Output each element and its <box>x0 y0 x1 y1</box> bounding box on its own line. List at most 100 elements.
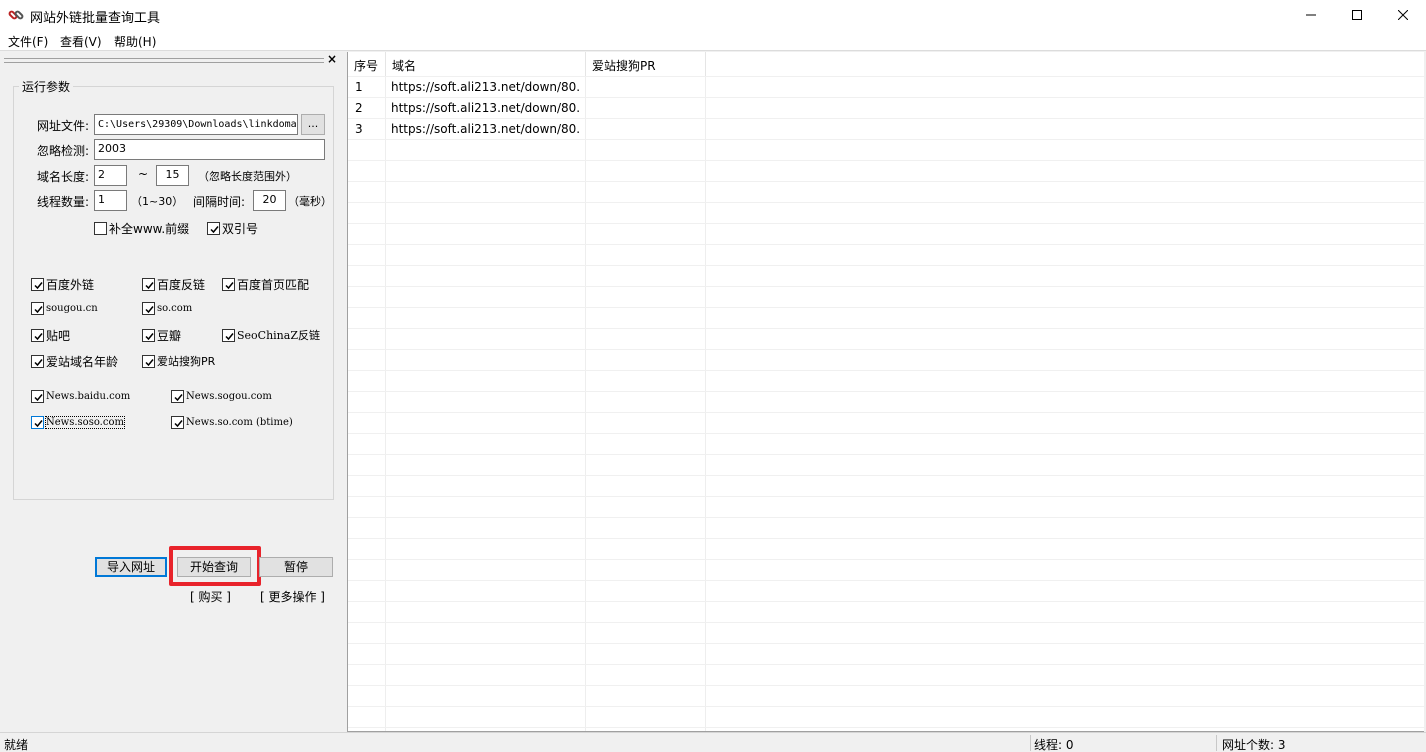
checkbox-label: News.sogou.com <box>186 391 272 402</box>
engine-douban-checkbox[interactable]: 豆瓣 <box>142 327 181 344</box>
domain-length-note: （忽略长度范围外） <box>198 170 297 183</box>
domain-length-min-input[interactable]: 2 <box>94 165 127 186</box>
news-soso-checkbox[interactable]: News.soso.com <box>31 416 125 429</box>
checkmark-icon <box>142 302 155 315</box>
more-actions-link[interactable]: [ 更多操作 ] <box>260 588 325 605</box>
engine-sougou-checkbox[interactable]: sougou.cn <box>31 302 98 315</box>
status-ready: 就绪 <box>4 738 29 752</box>
checkbox-label: 百度外链 <box>46 278 95 292</box>
checkmark-icon <box>207 222 220 235</box>
checkbox-label: SeoChinaZ反链 <box>237 329 320 342</box>
domain-length-max-input[interactable]: 15 <box>156 165 189 186</box>
checkbox-box <box>94 222 107 235</box>
threads-input[interactable]: 1 <box>94 190 127 211</box>
buy-link[interactable]: [ 购买 ] <box>190 588 231 605</box>
import-urls-button[interactable]: 导入网址 <box>95 557 167 577</box>
chain-link-icon <box>8 10 24 20</box>
engine-baidu-backlinks-checkbox[interactable]: 百度反链 <box>142 276 205 293</box>
checkmark-icon <box>31 329 44 342</box>
checkmark-icon <box>31 302 44 315</box>
ignore-check-input[interactable]: 2003 <box>94 139 325 160</box>
double-quotes-checkbox[interactable]: 双引号 <box>207 220 258 237</box>
column-header-index[interactable]: 序号 <box>348 52 386 76</box>
url-file-input[interactable]: C:\Users\29309\Downloads\linkdoma <box>94 114 298 135</box>
engine-so-checkbox[interactable]: so.com <box>142 302 192 315</box>
table-row-1-index[interactable]: 1 <box>355 80 363 94</box>
engine-seochinaz-checkbox[interactable]: SeoChinaZ反链 <box>222 327 320 343</box>
checkmark-icon <box>142 329 155 342</box>
news-sogou-checkbox[interactable]: News.sogou.com <box>171 390 272 403</box>
checkmark-icon <box>171 416 184 429</box>
table-row-3-index[interactable]: 3 <box>355 122 363 136</box>
checkbox-label: 爱站搜狗PR <box>157 355 216 368</box>
minimize-button[interactable] <box>1288 0 1334 30</box>
threads-range: （1~30） <box>131 195 184 208</box>
engine-tieba-checkbox[interactable]: 贴吧 <box>31 327 70 344</box>
engine-baidu-homepage-checkbox[interactable]: 百度首页匹配 <box>222 276 309 293</box>
window-title: 网站外链批量查询工具 <box>30 11 161 26</box>
checkbox-label: 补全www.前缀 <box>109 222 190 236</box>
pane-grip[interactable] <box>4 58 324 63</box>
checkmark-icon <box>142 354 155 368</box>
news-so-btime-checkbox[interactable]: News.so.com (btime) <box>171 416 293 429</box>
checkbox-label: so.com <box>157 303 193 314</box>
interval-unit: （毫秒） <box>288 195 332 208</box>
close-icon <box>1398 10 1408 20</box>
column-header-domain[interactable]: 域名 <box>386 52 586 76</box>
settings-pane: × 运行参数 网址文件: C:\Users\29309\Downloads\li… <box>0 52 344 732</box>
checkbox-label: 百度首页匹配 <box>237 278 310 292</box>
close-window-button[interactable] <box>1380 0 1426 30</box>
group-title: 运行参数 <box>19 78 74 95</box>
ignore-check-label: 忽略检测: <box>37 144 90 158</box>
start-query-button[interactable]: 开始查询 <box>177 557 251 577</box>
column-header-pr[interactable]: 爱站搜狗PR <box>586 52 706 76</box>
engine-aizhan-pr-checkbox[interactable]: 爱站搜狗PR <box>142 353 215 369</box>
table-row-2-domain[interactable]: https://soft.ali213.net/down/80... <box>391 101 581 115</box>
checkmark-icon <box>142 278 155 291</box>
minimize-icon <box>1306 14 1316 16</box>
checkbox-label: News.soso.com <box>45 416 125 429</box>
tilde-separator: ~ <box>138 167 149 181</box>
domain-length-label: 域名长度: <box>37 170 90 184</box>
checkmark-icon <box>222 278 235 291</box>
checkbox-label: 双引号 <box>222 222 259 236</box>
checkmark-icon <box>31 355 44 368</box>
checkbox-label: News.so.com (btime) <box>186 417 293 428</box>
title-bar: 网站外链批量查询工具 <box>0 0 1426 30</box>
results-grid: 序号 域名 爱站搜狗PR 1 https://soft.ali213.net/d… <box>347 52 1424 732</box>
status-bar: 就绪 线程: 0 网址个数: 3 <box>0 732 1426 752</box>
checkbox-label: sougou.cn <box>46 303 98 314</box>
checkmark-icon <box>171 390 184 403</box>
engine-aizhan-age-checkbox[interactable]: 爱站域名年龄 <box>31 353 118 370</box>
checkmark-icon <box>31 278 44 291</box>
table-row-1-domain[interactable]: https://soft.ali213.net/down/80... <box>391 80 581 94</box>
news-baidu-checkbox[interactable]: News.baidu.com <box>31 390 130 403</box>
maximize-icon <box>1352 10 1362 20</box>
checkbox-label: 贴吧 <box>46 329 71 343</box>
interval-input[interactable]: 20 <box>253 190 286 211</box>
menu-view[interactable]: 查看(V) <box>60 33 102 50</box>
threads-label: 线程数量: <box>37 195 90 209</box>
prefix-www-checkbox[interactable]: 补全www.前缀 <box>94 220 189 237</box>
pause-button[interactable]: 暂停 <box>259 557 333 577</box>
menu-bar: 文件(F) 查看(V) 帮助(H) <box>0 30 1426 51</box>
url-file-label: 网址文件: <box>37 119 90 133</box>
checkbox-label: 百度反链 <box>157 278 206 292</box>
browse-button[interactable]: ... <box>301 114 325 135</box>
checkmark-icon <box>31 416 44 429</box>
status-threads: 线程: 0 <box>1034 738 1074 752</box>
status-url-count: 网址个数: 3 <box>1222 738 1286 752</box>
pane-close-icon[interactable]: × <box>326 53 338 65</box>
maximize-button[interactable] <box>1334 0 1380 30</box>
table-row-2-index[interactable]: 2 <box>355 101 363 115</box>
checkbox-label: 豆瓣 <box>157 329 182 343</box>
menu-help[interactable]: 帮助(H) <box>114 33 156 50</box>
menu-file[interactable]: 文件(F) <box>8 33 48 50</box>
checkmark-icon <box>31 390 44 403</box>
engine-baidu-outlinks-checkbox[interactable]: 百度外链 <box>31 276 94 293</box>
interval-label: 间隔时间: <box>193 195 246 209</box>
table-row-3-domain[interactable]: https://soft.ali213.net/down/80... <box>391 122 581 136</box>
checkbox-label: News.baidu.com <box>46 391 131 402</box>
checkbox-label: 爱站域名年龄 <box>46 355 119 369</box>
checkmark-icon <box>222 328 235 342</box>
